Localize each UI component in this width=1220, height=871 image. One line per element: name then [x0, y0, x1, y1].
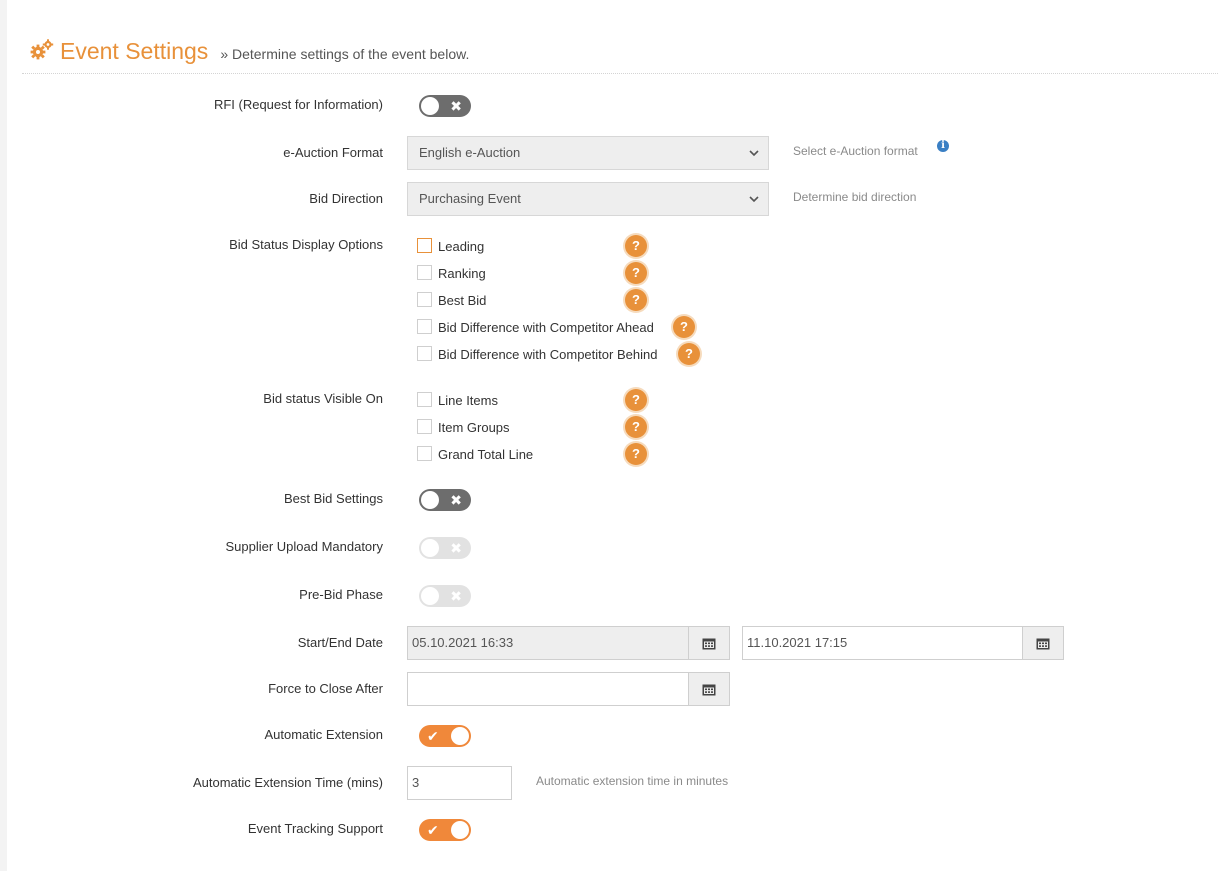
- checkbox-item-groups[interactable]: [417, 419, 432, 434]
- header-divider: [22, 73, 1218, 74]
- auction-format-select[interactable]: English e-Auction: [407, 136, 769, 170]
- pre-bid-toggle: ✖: [419, 585, 471, 607]
- toggle-knob: [451, 727, 469, 745]
- help-icon[interactable]: ?: [625, 235, 647, 257]
- toggle-knob: [451, 821, 469, 839]
- page-title: Event Settings: [60, 38, 209, 64]
- checkbox-grand-total-line[interactable]: [417, 446, 432, 461]
- checkbox-best-bid[interactable]: [417, 292, 432, 307]
- auto-extension-time-input[interactable]: 3: [407, 766, 512, 800]
- gears-icon: [30, 39, 54, 67]
- end-date-calendar-button[interactable]: [1022, 626, 1064, 660]
- best-bid-settings-label: Best Bid Settings: [284, 491, 383, 506]
- cross-icon: ✖: [450, 492, 462, 508]
- bid-status-visible-label: Bid status Visible On: [263, 391, 383, 406]
- end-date-input[interactable]: 11.10.2021 17:15: [742, 626, 1024, 660]
- force-close-label: Force to Close After: [268, 681, 383, 696]
- cross-icon: ✖: [450, 540, 462, 556]
- rfi-toggle[interactable]: ✖: [419, 95, 471, 117]
- bid-direction-value: Purchasing Event: [419, 191, 521, 206]
- supplier-upload-label: Supplier Upload Mandatory: [225, 539, 383, 554]
- toggle-knob: [421, 587, 439, 605]
- bid-direction-label: Bid Direction: [309, 191, 383, 206]
- cross-icon: ✖: [450, 98, 462, 114]
- start-date-input[interactable]: 05.10.2021 16:33: [407, 626, 689, 660]
- help-icon[interactable]: ?: [625, 389, 647, 411]
- help-icon[interactable]: ?: [625, 416, 647, 438]
- event-tracking-toggle[interactable]: ✔: [419, 819, 471, 841]
- auction-format-label: e-Auction Format: [283, 145, 383, 160]
- checkbox-ranking[interactable]: [417, 265, 432, 280]
- help-icon[interactable]: ?: [678, 343, 700, 365]
- checkbox-line-items[interactable]: [417, 392, 432, 407]
- supplier-upload-toggle: ✖: [419, 537, 471, 559]
- best-bid-settings-toggle[interactable]: ✖: [419, 489, 471, 511]
- start-end-date-label: Start/End Date: [297, 635, 383, 650]
- auction-format-hint: Select e-Auction format: [793, 144, 918, 158]
- toggle-knob: [421, 97, 439, 115]
- calendar-icon: [1036, 638, 1050, 650]
- auto-extension-toggle[interactable]: ✔: [419, 725, 471, 747]
- start-date-calendar-button[interactable]: [688, 626, 730, 660]
- calendar-icon: [702, 638, 716, 650]
- checkbox-label-bid-diff-ahead: Bid Difference with Competitor Ahead: [438, 320, 654, 335]
- checkbox-label-leading: Leading: [438, 239, 485, 254]
- event-tracking-label: Event Tracking Support: [247, 821, 383, 836]
- chevron-down-icon: [749, 196, 759, 203]
- pre-bid-label: Pre-Bid Phase: [299, 587, 383, 602]
- checkbox-label-grand-total-line: Grand Total Line: [438, 447, 534, 462]
- checkbox-bid-diff-ahead[interactable]: [417, 319, 432, 334]
- check-icon: ✔: [427, 822, 439, 838]
- bid-direction-select[interactable]: Purchasing Event: [407, 182, 769, 216]
- toggle-knob: [421, 491, 439, 509]
- auto-extension-time-hint: Automatic extension time in minutes: [536, 774, 729, 788]
- cross-icon: ✖: [450, 588, 462, 604]
- checkbox-label-item-groups: Item Groups: [438, 420, 510, 435]
- force-close-input[interactable]: [407, 672, 689, 706]
- checkbox-bid-diff-behind[interactable]: [417, 346, 432, 361]
- bid-direction-hint: Determine bid direction: [793, 190, 917, 204]
- auto-extension-time-label: Automatic Extension Time (mins): [192, 775, 383, 790]
- auto-extension-label: Automatic Extension: [264, 727, 383, 742]
- help-icon[interactable]: ?: [625, 443, 647, 465]
- checkbox-label-best-bid: Best Bid: [438, 293, 487, 308]
- force-close-calendar-button[interactable]: [688, 672, 730, 706]
- auction-format-value: English e-Auction: [419, 145, 521, 160]
- checkbox-leading[interactable]: [417, 238, 432, 253]
- help-icon[interactable]: ?: [673, 316, 695, 338]
- info-icon[interactable]: i: [937, 140, 949, 152]
- checkbox-label-line-items: Line Items: [438, 393, 498, 408]
- bid-status-display-label: Bid Status Display Options: [229, 237, 383, 252]
- chevron-down-icon: [749, 150, 759, 157]
- help-icon[interactable]: ?: [625, 289, 647, 311]
- help-icon[interactable]: ?: [625, 262, 647, 284]
- checkbox-label-bid-diff-behind: Bid Difference with Competitor Behind: [438, 347, 658, 362]
- page-header: Event Settings » Determine settings of t…: [30, 37, 469, 65]
- calendar-icon: [702, 684, 716, 696]
- check-icon: ✔: [427, 728, 439, 744]
- left-edge-strip: [0, 0, 7, 871]
- rfi-label: RFI (Request for Information): [213, 97, 383, 112]
- checkbox-label-ranking: Ranking: [438, 266, 486, 281]
- toggle-knob: [421, 539, 439, 557]
- page-subtitle: » Determine settings of the event below.: [220, 46, 470, 62]
